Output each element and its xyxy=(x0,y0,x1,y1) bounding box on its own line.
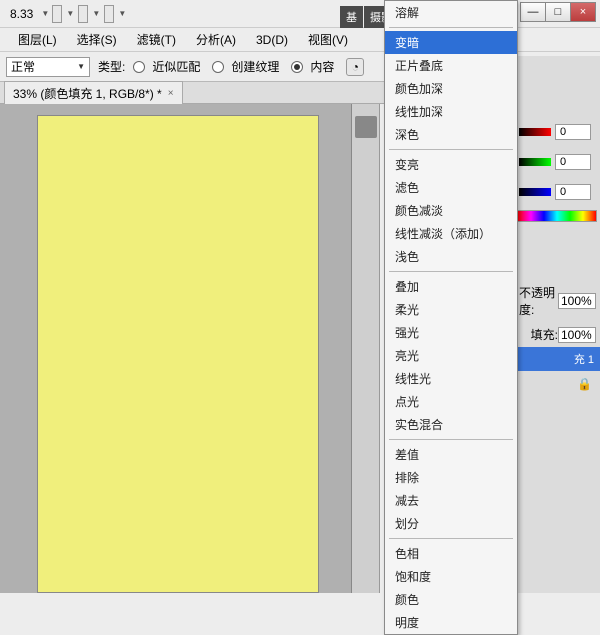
spectrum-bar[interactable] xyxy=(517,210,597,222)
bm-overlay[interactable]: 叠加 xyxy=(385,275,517,298)
bm-luminosity[interactable]: 明度 xyxy=(385,611,517,634)
bm-color-dodge[interactable]: 颜色减淡 xyxy=(385,199,517,222)
radio-approx-label[interactable]: 近似匹配 xyxy=(152,58,200,75)
bm-multiply[interactable]: 正片叠底 xyxy=(385,54,517,77)
radio-content[interactable] xyxy=(291,61,303,73)
type-label: 类型: xyxy=(98,58,125,75)
dropdown-icon: ▼ xyxy=(77,62,85,71)
opacity-label: 不透明度: xyxy=(519,284,558,318)
b-input[interactable] xyxy=(555,184,591,200)
tab-essentials[interactable]: 基 xyxy=(340,6,363,28)
menu-filter[interactable]: 滤镜(T) xyxy=(127,28,186,51)
radio-content-label[interactable]: 内容 xyxy=(310,58,334,75)
bm-soft-light[interactable]: 柔光 xyxy=(385,298,517,321)
fill-input[interactable] xyxy=(558,327,596,343)
arrange-icon[interactable]: ▼ xyxy=(50,3,74,25)
bm-vivid-light[interactable]: 亮光 xyxy=(385,344,517,367)
document-title: 33% (颜色填充 1, RGB/8*) * xyxy=(13,85,162,102)
blend-mode-select[interactable]: 正常 ▼ xyxy=(6,57,90,77)
bm-screen[interactable]: 滤色 xyxy=(385,176,517,199)
bm-lighten[interactable]: 变亮 xyxy=(385,153,517,176)
blend-mode-menu: 溶解 变暗 正片叠底 颜色加深 线性加深 深色 变亮 滤色 颜色减淡 线性减淡（… xyxy=(384,0,518,635)
bm-linear-burn[interactable]: 线性加深 xyxy=(385,100,517,123)
menu-3d[interactable]: 3D(D) xyxy=(246,30,298,50)
bm-color[interactable]: 颜色 xyxy=(385,588,517,611)
bm-subtract[interactable]: 减去 xyxy=(385,489,517,512)
maximize-button[interactable]: □ xyxy=(545,2,571,22)
bm-darker-color[interactable]: 深色 xyxy=(385,123,517,146)
panel-dock xyxy=(352,104,380,593)
canvas-viewport xyxy=(0,104,352,593)
bm-hue[interactable]: 色相 xyxy=(385,542,517,565)
screen-mode-icon[interactable]: ▼ xyxy=(76,3,100,25)
tab-close-icon[interactable]: × xyxy=(168,88,174,99)
zoom-dropdown-icon[interactable]: ▼ xyxy=(41,9,49,18)
bm-saturation[interactable]: 饱和度 xyxy=(385,565,517,588)
layer-item[interactable]: 充 1 xyxy=(515,347,600,371)
dock-icon-1[interactable] xyxy=(355,116,377,138)
bm-divide[interactable]: 划分 xyxy=(385,512,517,535)
bm-dissolve[interactable]: 溶解 xyxy=(385,1,517,24)
g-input[interactable] xyxy=(555,154,591,170)
radio-approx[interactable] xyxy=(133,61,145,73)
brush-settings-icon[interactable]: ◔ xyxy=(346,58,364,76)
b-slider[interactable] xyxy=(519,188,551,196)
fill-label: 填充: xyxy=(531,326,558,343)
canvas[interactable] xyxy=(38,116,318,592)
menu-layer[interactable]: 图层(L) xyxy=(8,28,67,51)
r-input[interactable] xyxy=(555,124,591,140)
zoom-level[interactable]: 8.33 xyxy=(4,5,39,23)
bm-lighter-color[interactable]: 浅色 xyxy=(385,245,517,268)
bm-pin-light[interactable]: 点光 xyxy=(385,390,517,413)
bm-color-burn[interactable]: 颜色加深 xyxy=(385,77,517,100)
bm-hard-light[interactable]: 强光 xyxy=(385,321,517,344)
radio-create[interactable] xyxy=(212,61,224,73)
minimize-button[interactable]: — xyxy=(520,2,546,22)
lock-icon[interactable]: 🔒 xyxy=(515,371,600,397)
right-panel: 不透明度: 填充: 充 1 🔒 xyxy=(514,56,600,593)
window-controls: — □ × xyxy=(521,2,596,22)
radio-create-label[interactable]: 创建纹理 xyxy=(231,58,279,75)
menu-analysis[interactable]: 分析(A) xyxy=(186,28,246,51)
blend-mode-value: 正常 xyxy=(11,58,35,75)
menu-select[interactable]: 选择(S) xyxy=(67,28,127,51)
bm-difference[interactable]: 差值 xyxy=(385,443,517,466)
close-button[interactable]: × xyxy=(570,2,596,22)
opacity-input[interactable] xyxy=(558,293,596,309)
bm-exclusion[interactable]: 排除 xyxy=(385,466,517,489)
bm-darken[interactable]: 变暗 xyxy=(385,31,517,54)
bm-linear-light[interactable]: 线性光 xyxy=(385,367,517,390)
bm-linear-dodge[interactable]: 线性减淡（添加） xyxy=(385,222,517,245)
bm-hard-mix[interactable]: 实色混合 xyxy=(385,413,517,436)
r-slider[interactable] xyxy=(519,128,551,136)
document-tab[interactable]: 33% (颜色填充 1, RGB/8*) * × xyxy=(4,81,183,105)
g-slider[interactable] xyxy=(519,158,551,166)
extras-icon[interactable]: ▼ xyxy=(102,3,126,25)
menu-view[interactable]: 视图(V) xyxy=(298,28,358,51)
